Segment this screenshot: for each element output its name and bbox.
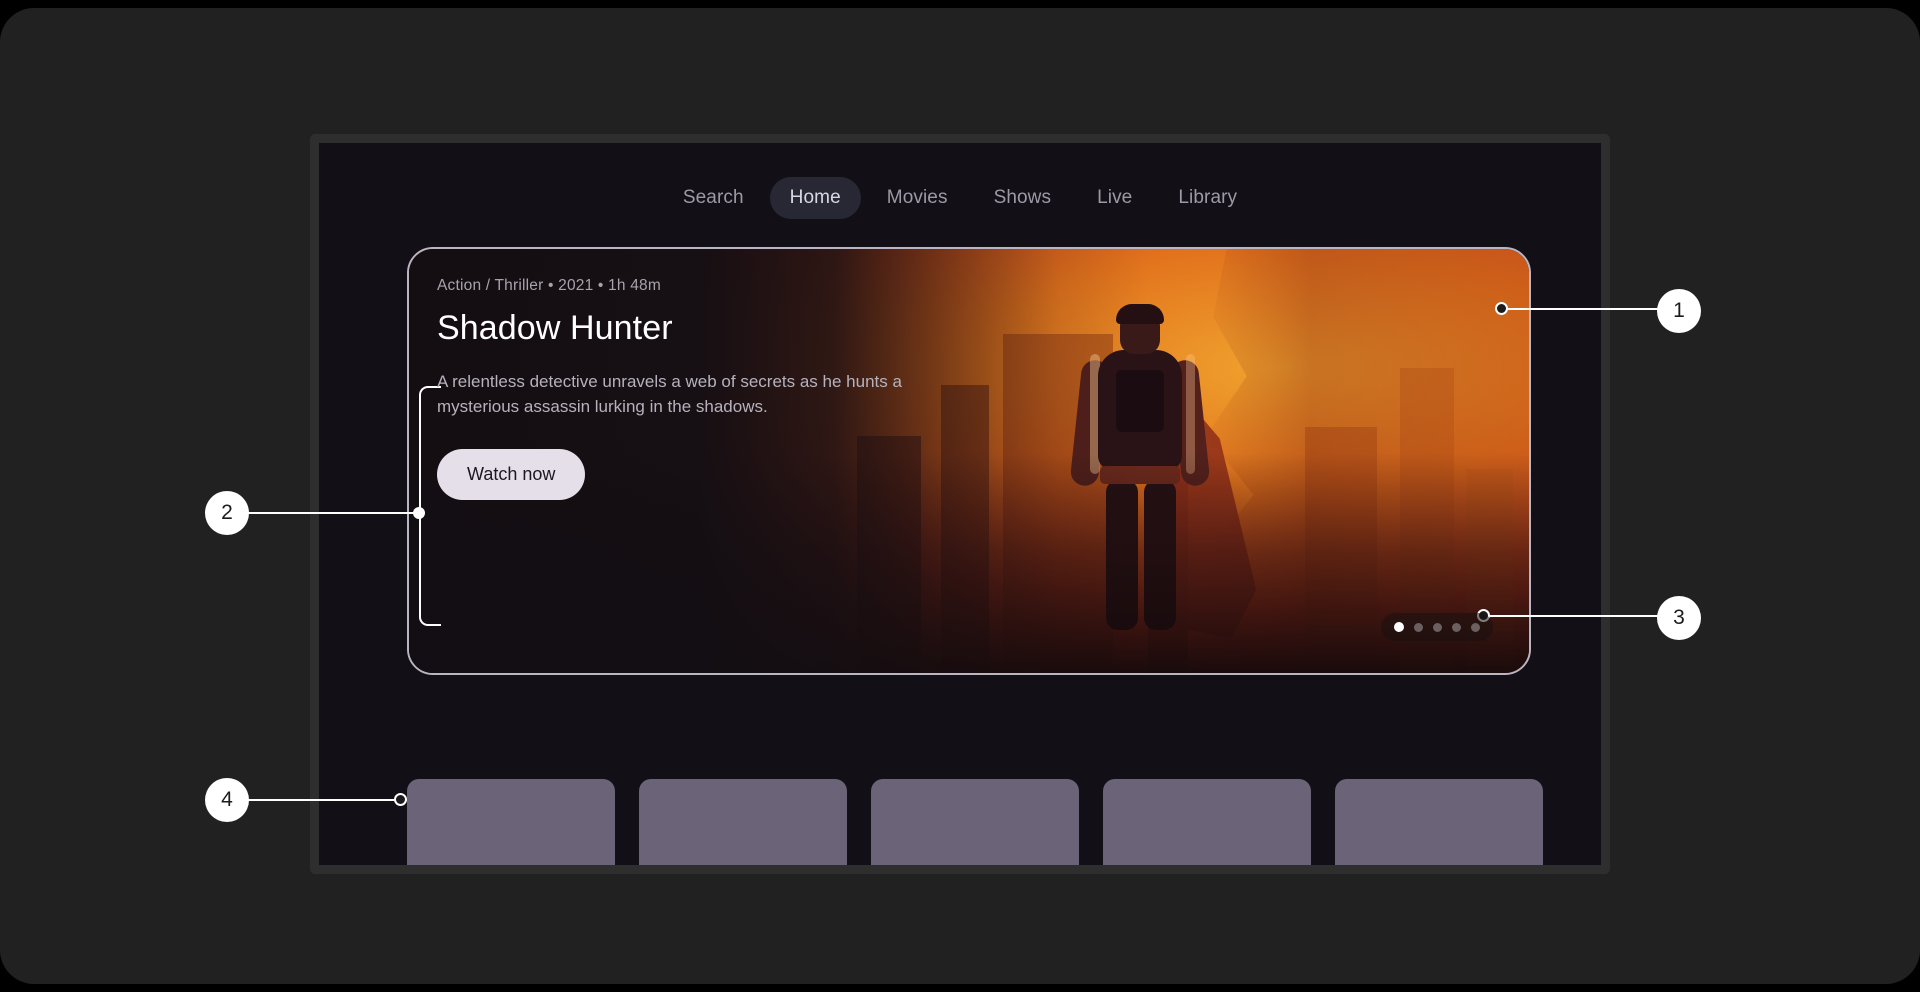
top-navigation: Search Home Movies Shows Live Library bbox=[319, 177, 1601, 219]
callout-1-line bbox=[1508, 308, 1658, 310]
thumbnail-card[interactable] bbox=[1335, 779, 1543, 865]
callout-4-number: 4 bbox=[221, 788, 233, 811]
callout-3-line bbox=[1490, 615, 1658, 617]
callout-4-badge: 4 bbox=[205, 778, 249, 822]
thumbnail-card[interactable] bbox=[1103, 779, 1311, 865]
callout-2-badge: 2 bbox=[205, 491, 249, 535]
callout-2-number: 2 bbox=[221, 501, 233, 524]
nav-item-home[interactable]: Home bbox=[769, 177, 861, 219]
callout-1-endpoint bbox=[1495, 302, 1508, 315]
thumbnail-card[interactable] bbox=[871, 779, 1079, 865]
device-screen: Search Home Movies Shows Live Library Ac… bbox=[319, 143, 1601, 865]
carousel-dot-2[interactable] bbox=[1414, 622, 1423, 632]
device-frame: Search Home Movies Shows Live Library Ac… bbox=[310, 134, 1610, 874]
hero-copy-block: Action / Thriller • 2021 • 1h 48m Shadow… bbox=[437, 277, 937, 501]
watch-now-button[interactable]: Watch now bbox=[437, 449, 586, 501]
nav-item-shows[interactable]: Shows bbox=[974, 177, 1072, 219]
callout-3-number: 3 bbox=[1673, 606, 1685, 629]
hero-description: A relentless detective unravels a web of… bbox=[437, 372, 902, 416]
thumbnail-card[interactable] bbox=[639, 779, 847, 865]
nav-item-live[interactable]: Live bbox=[1077, 177, 1152, 219]
nav-item-library[interactable]: Library bbox=[1158, 177, 1257, 219]
nav-item-search[interactable]: Search bbox=[663, 177, 764, 219]
carousel-dot-4[interactable] bbox=[1452, 622, 1461, 632]
callout-1-badge: 1 bbox=[1657, 289, 1701, 333]
callout-3-badge: 3 bbox=[1657, 596, 1701, 640]
callout-1-number: 1 bbox=[1673, 299, 1685, 322]
thumbnail-card[interactable] bbox=[407, 779, 615, 865]
callout-4-line bbox=[248, 799, 396, 801]
hero-title: Shadow Hunter bbox=[437, 309, 673, 347]
hero-meta-line: Action / Thriller • 2021 • 1h 48m bbox=[437, 277, 661, 294]
carousel-dot-3[interactable] bbox=[1433, 622, 1442, 632]
carousel-dot-1[interactable] bbox=[1394, 622, 1404, 632]
callout-2-line bbox=[247, 512, 417, 514]
page-plate: Search Home Movies Shows Live Library Ac… bbox=[0, 8, 1920, 984]
carousel-dot-5[interactable] bbox=[1471, 622, 1480, 632]
carousel-dots bbox=[1381, 613, 1493, 641]
thumbnail-rail bbox=[407, 779, 1543, 865]
nav-item-movies[interactable]: Movies bbox=[867, 177, 968, 219]
